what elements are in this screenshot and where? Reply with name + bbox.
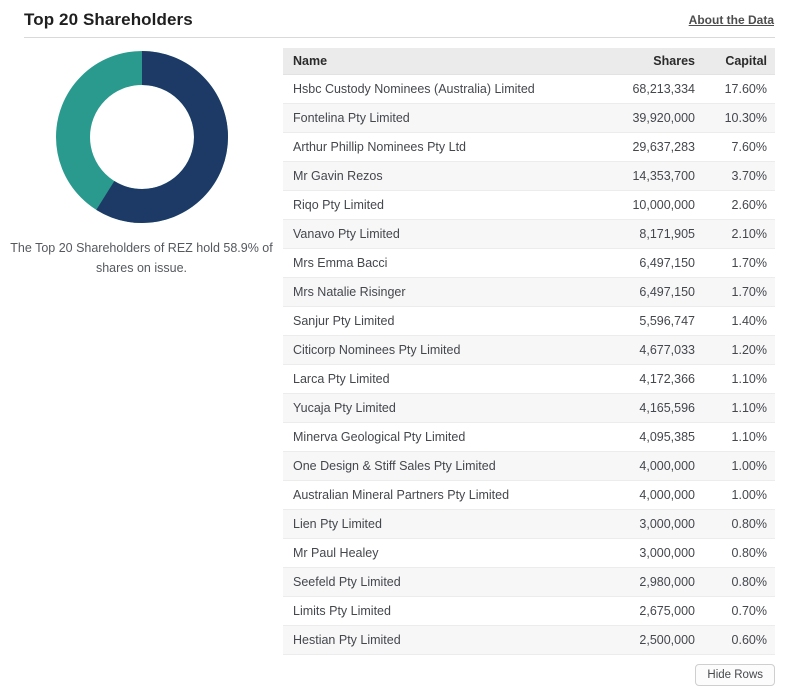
capital-value: 1.10% (703, 393, 775, 423)
table-row: Yucaja Pty Limited 4,165,596 1.10% (283, 393, 775, 423)
capital-value: 0.80% (703, 509, 775, 539)
capital-value: 17.60% (703, 74, 775, 104)
capital-value: 1.10% (703, 364, 775, 394)
capital-value: 1.20% (703, 335, 775, 365)
table-header: Name Shares Capital (283, 48, 775, 75)
shareholder-name: Arthur Phillip Nominees Pty Ltd (283, 132, 591, 162)
shares-value: 14,353,700 (591, 161, 703, 191)
shares-value: 29,637,283 (591, 132, 703, 162)
shares-value: 3,000,000 (591, 538, 703, 568)
table-row: Sanjur Pty Limited 5,596,747 1.40% (283, 306, 775, 336)
capital-value: 1.40% (703, 306, 775, 336)
table-row: Australian Mineral Partners Pty Limited 4… (283, 480, 775, 510)
table-row: Lien Pty Limited 3,000,000 0.80% (283, 509, 775, 539)
capital-value: 2.60% (703, 190, 775, 220)
shareholder-name: Lien Pty Limited (283, 509, 591, 539)
capital-value: 3.70% (703, 161, 775, 191)
hide-rows-button[interactable]: Hide Rows (695, 664, 775, 686)
capital-value: 1.70% (703, 248, 775, 278)
table-panel: Name Shares Capital Hsbc Custody Nominee… (283, 48, 775, 686)
chart-caption: The Top 20 Shareholders of REZ hold 58.9… (10, 241, 273, 275)
shareholder-name: Australian Mineral Partners Pty Limited (283, 480, 591, 510)
capital-value: 1.00% (703, 451, 775, 481)
table-row: Limits Pty Limited 2,675,000 0.70% (283, 596, 775, 626)
shareholder-name: Larca Pty Limited (283, 364, 591, 394)
capital-value: 10.30% (703, 103, 775, 133)
shares-value: 39,920,000 (591, 103, 703, 133)
donut-chart-svg (55, 51, 228, 223)
page-title: Top 20 Shareholders (24, 9, 193, 29)
shareholder-name: Yucaja Pty Limited (283, 393, 591, 423)
shareholder-name: Hestian Pty Limited (283, 625, 591, 655)
table-row: Citicorp Nominees Pty Limited 4,677,033 1.… (283, 335, 775, 365)
shares-value: 4,000,000 (591, 480, 703, 510)
shares-value: 2,675,000 (591, 596, 703, 626)
shares-value: 8,171,905 (591, 219, 703, 249)
table-row: Seefeld Pty Limited 2,980,000 0.80% (283, 567, 775, 597)
shareholder-name: Vanavo Pty Limited (283, 219, 591, 249)
shareholder-name: Mrs Emma Bacci (283, 248, 591, 278)
shares-value: 6,497,150 (591, 277, 703, 307)
column-header-name: Name (283, 48, 591, 75)
table-row: Mr Gavin Rezos 14,353,700 3.70% (283, 161, 775, 191)
table-row: Mr Paul Healey 3,000,000 0.80% (283, 538, 775, 568)
chart-panel: The Top 20 Shareholders of REZ hold 58.9… (0, 48, 283, 278)
table-row: Vanavo Pty Limited 8,171,905 2.10% (283, 219, 775, 249)
shareholders-table: Name Shares Capital Hsbc Custody Nominee… (283, 48, 775, 655)
shares-value: 2,980,000 (591, 567, 703, 597)
shareholder-name: Fontelina Pty Limited (283, 103, 591, 133)
shareholder-name: Limits Pty Limited (283, 596, 591, 626)
shareholder-name: Mrs Natalie Risinger (283, 277, 591, 307)
shareholder-name: Minerva Geological Pty Limited (283, 422, 591, 452)
capital-value: 0.80% (703, 538, 775, 568)
shareholder-name: Seefeld Pty Limited (283, 567, 591, 597)
shares-value: 6,497,150 (591, 248, 703, 278)
widget-header: Top 20 Shareholders About the Data (0, 0, 797, 30)
capital-value: 2.10% (703, 219, 775, 249)
shareholder-name: Mr Paul Healey (283, 538, 591, 568)
about-the-data-link[interactable]: About the Data (689, 13, 774, 27)
column-header-shares: Shares (591, 48, 703, 75)
shares-value: 68,213,334 (591, 74, 703, 104)
top-shareholders-widget: Top 20 Shareholders About the Data The T… (0, 0, 797, 686)
capital-value: 0.60% (703, 625, 775, 655)
shares-value: 3,000,000 (591, 509, 703, 539)
shares-value: 4,165,596 (591, 393, 703, 423)
table-row: Larca Pty Limited 4,172,366 1.10% (283, 364, 775, 394)
shareholder-name: Riqo Pty Limited (283, 190, 591, 220)
table-row: Arthur Phillip Nominees Pty Ltd 29,637,28… (283, 132, 775, 162)
shares-value: 10,000,000 (591, 190, 703, 220)
shareholder-name: One Design & Stiff Sales Pty Limited (283, 451, 591, 481)
capital-value: 1.00% (703, 480, 775, 510)
table-row: Riqo Pty Limited 10,000,000 2.60% (283, 190, 775, 220)
capital-value: 1.70% (703, 277, 775, 307)
table-row: Mrs Emma Bacci 6,497,150 1.70% (283, 248, 775, 278)
shares-value: 4,172,366 (591, 364, 703, 394)
capital-value: 7.60% (703, 132, 775, 162)
shares-value: 4,000,000 (591, 451, 703, 481)
table-footer: Hide Rows (283, 655, 775, 686)
table-row: Mrs Natalie Risinger 6,497,150 1.70% (283, 277, 775, 307)
table-row: Hsbc Custody Nominees (Australia) Limite… (283, 74, 775, 104)
capital-value: 0.70% (703, 596, 775, 626)
table-row: Minerva Geological Pty Limited 4,095,385 1… (283, 422, 775, 452)
shares-value: 5,596,747 (591, 306, 703, 336)
shareholder-name: Mr Gavin Rezos (283, 161, 591, 191)
shares-value: 4,677,033 (591, 335, 703, 365)
widget-body: The Top 20 Shareholders of REZ hold 58.9… (0, 38, 797, 686)
shares-value: 2,500,000 (591, 625, 703, 655)
donut-chart (0, 50, 283, 224)
table-row: Hestian Pty Limited 2,500,000 0.60% (283, 625, 775, 655)
shareholder-name: Sanjur Pty Limited (283, 306, 591, 336)
shares-value: 4,095,385 (591, 422, 703, 452)
column-header-capital: Capital (703, 48, 775, 75)
shareholder-name: Hsbc Custody Nominees (Australia) Limite… (283, 74, 591, 104)
table-row: Fontelina Pty Limited 39,920,000 10.30% (283, 103, 775, 133)
shareholder-name: Citicorp Nominees Pty Limited (283, 335, 591, 365)
table-row: One Design & Stiff Sales Pty Limited 4,00… (283, 451, 775, 481)
capital-value: 1.10% (703, 422, 775, 452)
capital-value: 0.80% (703, 567, 775, 597)
